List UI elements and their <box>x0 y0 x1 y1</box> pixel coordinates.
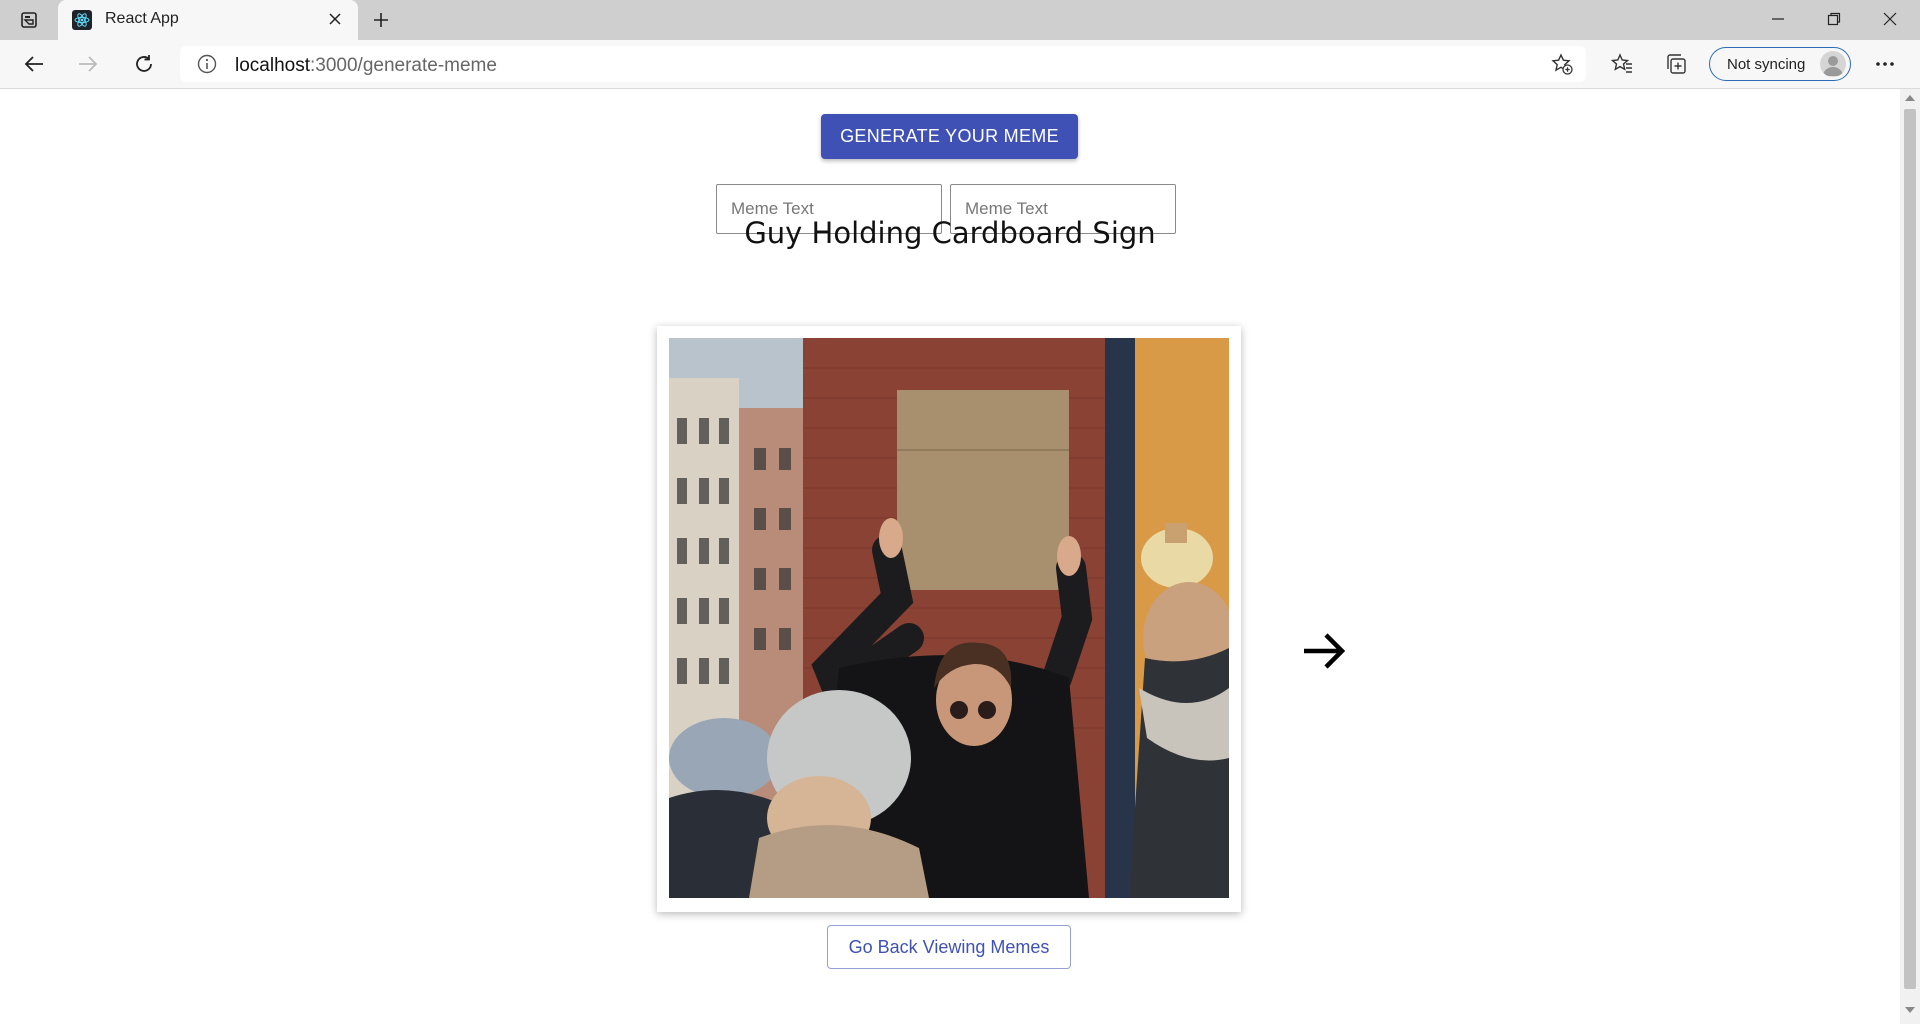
address-bar[interactable]: localhost:3000/generate-meme <box>180 46 1586 82</box>
sync-label: Not syncing <box>1727 56 1806 73</box>
info-icon[interactable] <box>197 54 217 74</box>
url-text: localhost:3000/generate-meme <box>235 55 497 77</box>
not-syncing-button[interactable]: Not syncing <box>1709 47 1851 81</box>
collections-icon[interactable] <box>1662 50 1690 78</box>
page-viewport: Generate your meme Guy Holding Cardboard… <box>0 89 1900 1024</box>
favorites-icon[interactable] <box>1608 50 1636 78</box>
arrow-right-icon[interactable] <box>1300 627 1348 675</box>
vertical-scrollbar[interactable] <box>1900 89 1920 1024</box>
url-path: :3000/generate-meme <box>310 55 497 76</box>
tab-actions-icon[interactable] <box>18 9 40 31</box>
refresh-icon[interactable] <box>128 48 160 80</box>
forward-arrow-icon[interactable] <box>72 48 104 80</box>
minimize-icon[interactable] <box>1750 0 1806 38</box>
add-favorite-icon[interactable] <box>1550 52 1574 76</box>
scroll-up-arrow[interactable] <box>1905 95 1915 101</box>
tab-title: React App <box>105 10 179 27</box>
generate-meme-button[interactable]: Generate your meme <box>821 114 1078 159</box>
close-icon[interactable] <box>324 8 346 30</box>
more-icon[interactable] <box>1870 50 1900 78</box>
restore-icon[interactable] <box>1806 0 1862 38</box>
meme-title: Guy Holding Cardboard Sign <box>744 216 1156 250</box>
tab-strip: React App <box>0 0 1920 40</box>
window-close-icon[interactable] <box>1862 0 1918 38</box>
profile-avatar-icon <box>1820 51 1846 77</box>
scroll-thumb[interactable] <box>1904 109 1916 989</box>
go-back-button[interactable]: Go Back Viewing Memes <box>827 925 1071 969</box>
meme-image-card <box>657 326 1241 912</box>
browser-toolbar: localhost:3000/generate-meme Not syncing <box>0 40 1920 89</box>
plus-icon[interactable] <box>368 7 394 33</box>
react-icon <box>72 10 92 30</box>
browser-tab[interactable]: React App <box>58 0 358 40</box>
back-arrow-icon[interactable] <box>18 48 50 80</box>
scroll-down-arrow[interactable] <box>1905 1007 1915 1013</box>
url-host: localhost <box>235 55 310 76</box>
meme-image <box>669 338 1229 898</box>
